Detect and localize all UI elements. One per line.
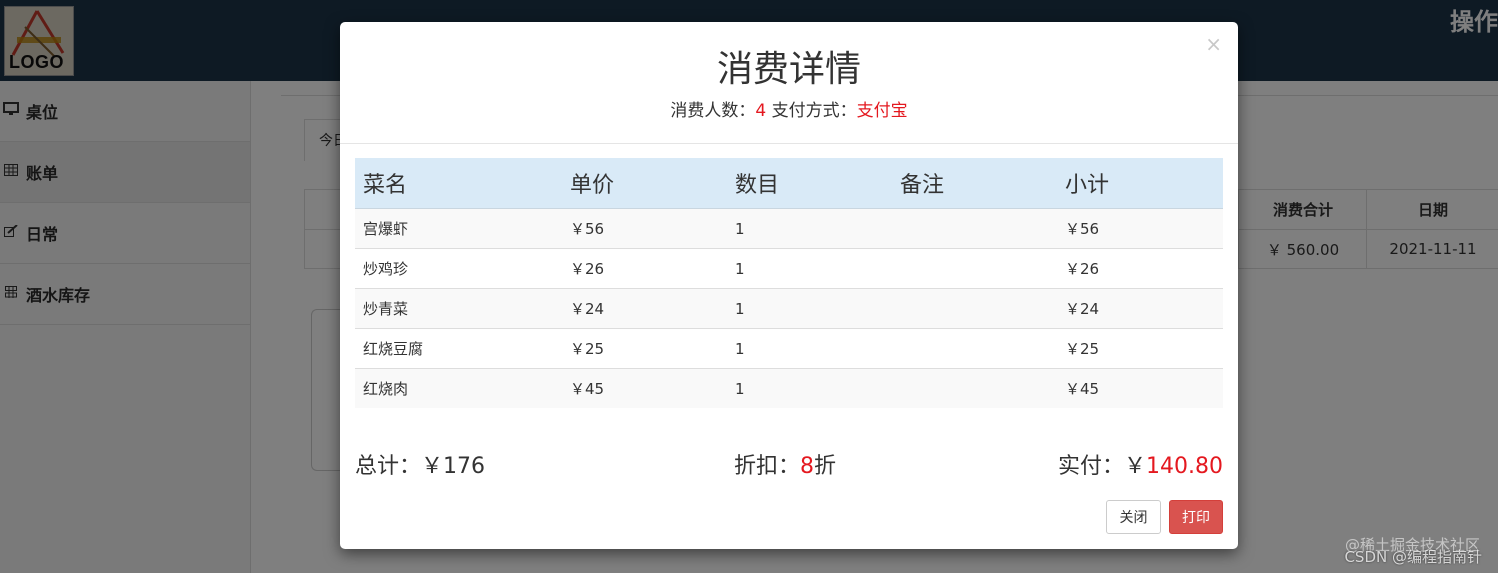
cell-price: ￥25 xyxy=(562,328,727,369)
table-row: 炒鸡珍 ￥26 1 ￥26 xyxy=(355,248,1223,289)
cell-note xyxy=(892,368,1057,408)
cell-qty: 1 xyxy=(727,328,892,369)
cell-subtotal: ￥25 xyxy=(1057,328,1223,369)
modal-title: 消费详情 xyxy=(716,49,861,90)
column-header-note: 备注 xyxy=(892,158,1057,209)
discount-unit: 折 xyxy=(814,454,837,479)
paid-currency: ￥ xyxy=(1124,454,1147,479)
cell-price: ￥24 xyxy=(562,288,727,329)
cell-subtotal: ￥24 xyxy=(1057,288,1223,329)
cell-note xyxy=(892,208,1057,249)
table-row: 红烧豆腐 ￥25 1 ￥25 xyxy=(355,328,1223,369)
total-amount: 总计：￥176 xyxy=(355,448,485,480)
print-button[interactable]: 打印 xyxy=(1169,500,1223,534)
cell-dish: 红烧肉 xyxy=(355,368,562,408)
total-label: 总计： xyxy=(355,454,422,479)
table-row: 宫爆虾 ￥56 1 ￥56 xyxy=(355,208,1223,249)
cell-qty: 1 xyxy=(727,248,892,289)
discount-value: 8 xyxy=(800,454,815,479)
people-label: 消费人数： xyxy=(670,101,756,121)
people-count: 4 xyxy=(755,101,767,121)
cell-note xyxy=(892,328,1057,369)
modal-header-divider xyxy=(340,143,1238,144)
modal-subtitle: 消费人数：4 支付方式：支付宝 xyxy=(340,96,1238,121)
cell-note xyxy=(892,288,1057,329)
bill-table-header-row: 菜名 单价 数目 备注 小计 xyxy=(355,158,1223,209)
cell-subtotal: ￥45 xyxy=(1057,368,1223,408)
column-header-qty: 数目 xyxy=(727,158,892,209)
cell-note xyxy=(892,248,1057,289)
pay-method-value: 支付宝 xyxy=(856,101,908,121)
consumption-detail-modal: × 消费详情 消费人数：4 支付方式：支付宝 菜名 单价 数目 备注 小计 宫爆… xyxy=(340,22,1238,549)
discount: 折扣：8折 xyxy=(734,448,836,480)
cell-price: ￥26 xyxy=(562,248,727,289)
cell-price: ￥45 xyxy=(562,368,727,408)
cell-dish: 宫爆虾 xyxy=(355,208,562,249)
discount-label: 折扣： xyxy=(734,454,801,479)
column-header-dish: 菜名 xyxy=(355,158,562,209)
pay-method-label: 支付方式： xyxy=(771,101,857,121)
paid-label: 实付： xyxy=(1057,454,1124,479)
paid-value: 140.80 xyxy=(1146,454,1223,479)
cell-qty: 1 xyxy=(727,288,892,329)
cell-subtotal: ￥26 xyxy=(1057,248,1223,289)
cell-dish: 炒鸡珍 xyxy=(355,248,562,289)
table-row: 炒青菜 ￥24 1 ￥24 xyxy=(355,288,1223,329)
column-header-subtotal: 小计 xyxy=(1057,158,1223,209)
bill-table: 菜名 单价 数目 备注 小计 宫爆虾 ￥56 1 ￥56 炒鸡珍 ￥26 1 ￥… xyxy=(355,158,1223,408)
close-button[interactable]: 关闭 xyxy=(1106,500,1161,534)
total-value: ￥176 xyxy=(421,454,486,479)
cell-subtotal: ￥56 xyxy=(1057,208,1223,249)
column-header-price: 单价 xyxy=(562,158,727,209)
paid-amount: 实付：￥140.80 xyxy=(1058,448,1223,480)
cell-dish: 红烧豆腐 xyxy=(355,328,562,369)
cell-qty: 1 xyxy=(727,208,892,249)
cell-price: ￥56 xyxy=(562,208,727,249)
cell-dish: 炒青菜 xyxy=(355,288,562,329)
table-row: 红烧肉 ￥45 1 ￥45 xyxy=(355,368,1223,408)
cell-qty: 1 xyxy=(727,368,892,408)
watermark-csdn: CSDN @编程指南针 xyxy=(1344,548,1482,566)
